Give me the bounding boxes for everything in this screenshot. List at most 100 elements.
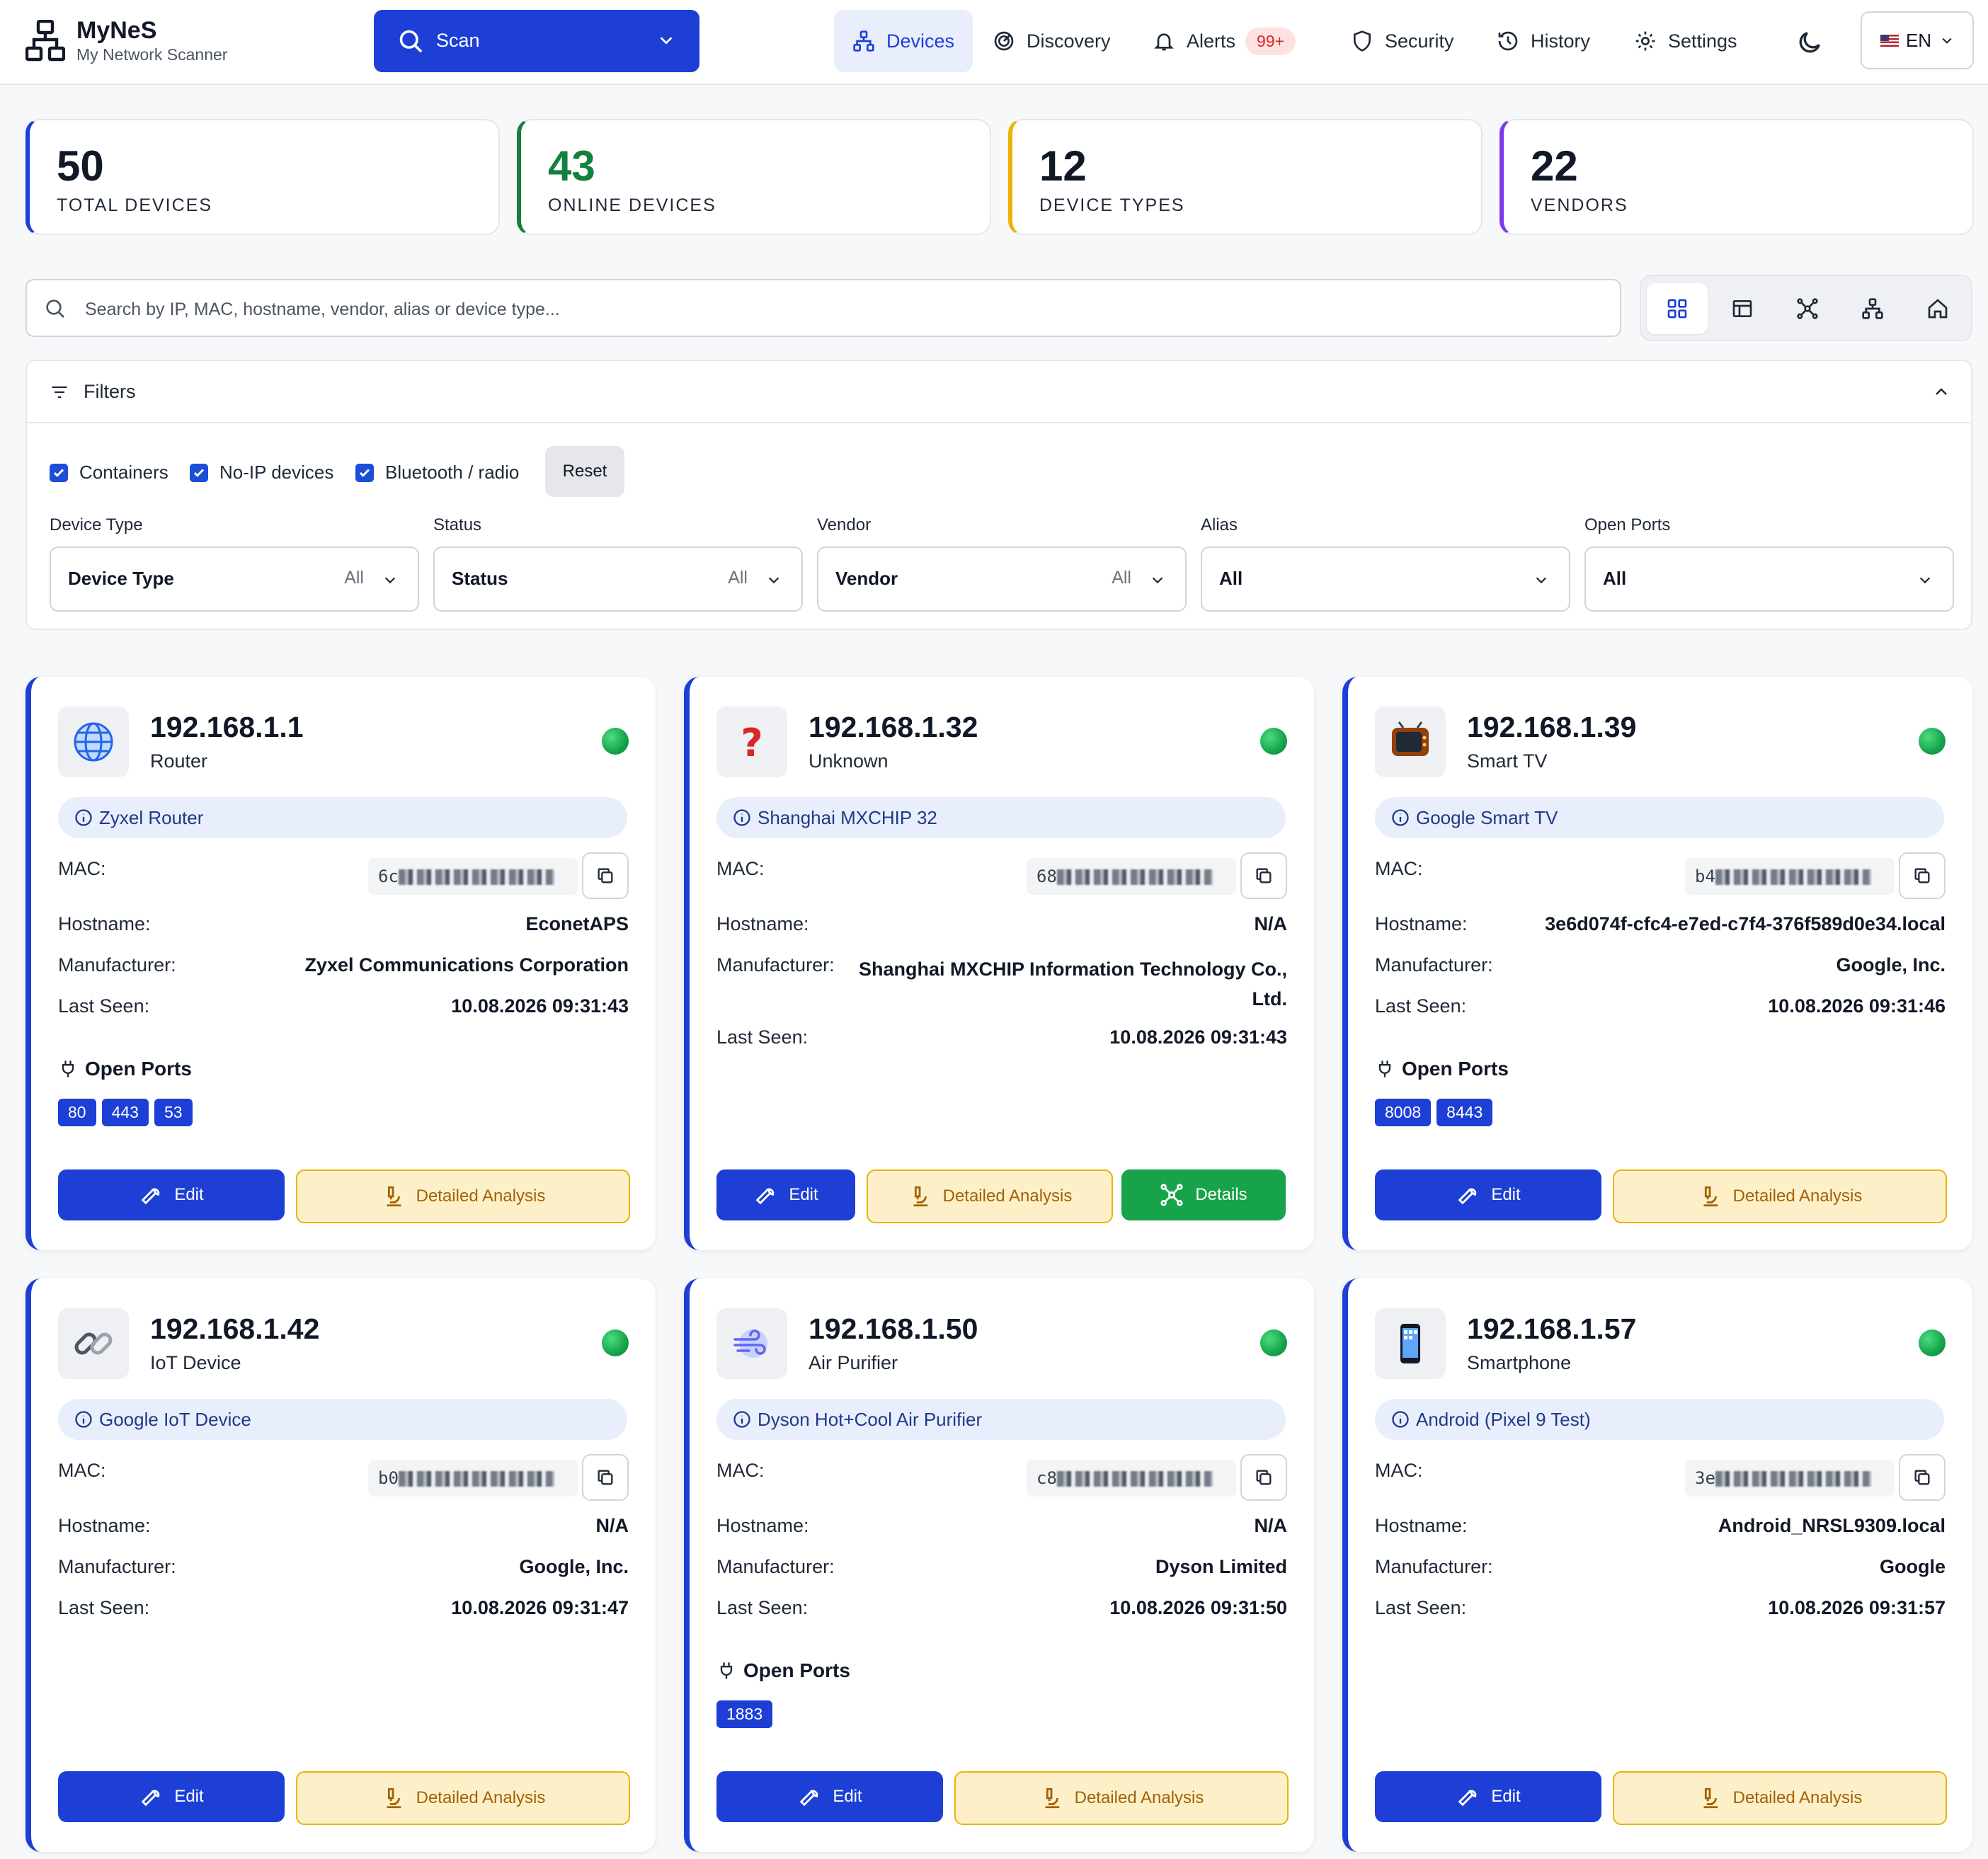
checkbox-checked-icon (50, 463, 68, 482)
scan-label: Scan (436, 30, 480, 51)
last-seen-label: Last Seen: (716, 1026, 809, 1048)
plug-icon (1378, 1060, 1391, 1077)
redacted-mac-blur (398, 869, 554, 885)
home-view-button[interactable] (1907, 283, 1968, 334)
edit-button[interactable]: Edit (716, 1169, 855, 1220)
mac-label: MAC: (58, 1460, 106, 1481)
redacted-mac-blur (1056, 1471, 1213, 1487)
stat-device-types: 12 DEVICE TYPES (1008, 119, 1483, 235)
open-ports-select[interactable]: All (1584, 547, 1954, 612)
wind-icon (733, 1329, 767, 1358)
nav-security[interactable]: Security (1351, 10, 1454, 72)
port-badge: 80 (58, 1099, 96, 1126)
last-seen-value: 10.08.2026 09:31:50 (1109, 1597, 1287, 1618)
mac-address-value: b0 (368, 1460, 578, 1497)
info-icon (75, 1411, 92, 1428)
detailed-analysis-button[interactable]: Detailed Analysis (867, 1169, 1113, 1223)
edit-button[interactable]: Edit (716, 1771, 943, 1822)
edit-button[interactable]: Edit (1375, 1771, 1601, 1822)
last-seen-label: Last Seen: (716, 1597, 809, 1618)
last-seen-label: Last Seen: (1375, 995, 1467, 1017)
device-card: 192.168.1.1 Router Zyxel Router MAC: 6c Hostn… (25, 677, 656, 1250)
manufacturer-value: Google, Inc. (519, 1556, 629, 1577)
status-label: Status (433, 515, 482, 534)
edit-button[interactable]: Edit (58, 1771, 285, 1822)
last-seen-value: 10.08.2026 09:31:43 (451, 995, 629, 1017)
redacted-mac-blur (398, 1471, 554, 1487)
stat-label: VENDORS (1531, 195, 1628, 215)
nav-alerts-label: Alerts (1187, 30, 1236, 52)
detailed-analysis-button[interactable]: Detailed Analysis (1613, 1771, 1947, 1825)
tree-view-button[interactable] (1842, 283, 1903, 334)
copy-mac-button[interactable] (1899, 852, 1946, 899)
manufacturer-value: Google, Inc. (1836, 954, 1946, 976)
view-mode-switcher (1640, 275, 1972, 341)
device-type-select[interactable]: Device Type All (50, 547, 419, 612)
link-icon (74, 1332, 113, 1355)
port-list: 1883 (716, 1700, 773, 1728)
details-button[interactable]: Details (1121, 1169, 1286, 1220)
device-card: 192.168.1.57 Smartphone Android (Pixel 9 T… (1342, 1279, 1972, 1852)
device-ip: 192.168.1.32 (809, 711, 978, 743)
chevron-down-icon (384, 577, 396, 584)
copy-mac-button[interactable] (582, 1454, 629, 1501)
online-status-dot (1260, 1329, 1287, 1356)
mac-prefix: 6c (378, 866, 399, 886)
containers-checkbox[interactable]: Containers (50, 462, 168, 484)
copy-icon (1256, 868, 1272, 883)
reset-button[interactable]: Reset (545, 446, 624, 497)
copy-mac-button[interactable] (1899, 1454, 1946, 1501)
detailed-analysis-button[interactable]: Detailed Analysis (296, 1169, 630, 1223)
search-icon (46, 299, 64, 318)
nav-discovery[interactable]: Discovery (993, 10, 1111, 72)
device-alias: Android (Pixel 9 Test) (1416, 1408, 1591, 1430)
mac-address-value: b4 (1685, 858, 1895, 895)
last-seen-value: 10.08.2026 09:31:47 (451, 1597, 629, 1618)
no-ip-devices-checkbox[interactable]: No-IP devices (190, 462, 333, 484)
chevron-up-icon[interactable] (1933, 384, 1950, 401)
filters-header[interactable]: Filters (27, 361, 1971, 423)
nav-alerts[interactable]: Alerts 99+ (1153, 10, 1296, 72)
topology-view-button[interactable] (1777, 283, 1838, 334)
edit-button[interactable]: Edit (58, 1169, 285, 1220)
copy-mac-button[interactable] (582, 852, 629, 899)
last-seen-label: Last Seen: (58, 995, 150, 1017)
edit-label: Edit (174, 1185, 204, 1204)
detailed-analysis-button[interactable]: Detailed Analysis (954, 1771, 1289, 1825)
table-icon (1732, 300, 1752, 317)
nav-devices[interactable]: Devices (834, 10, 973, 72)
info-icon (75, 809, 92, 826)
device-alias: Shanghai MXCHIP 32 (758, 806, 937, 828)
detailed-analysis-button[interactable]: Detailed Analysis (296, 1771, 630, 1825)
grid-view-button[interactable] (1647, 283, 1708, 334)
device-type: Unknown (809, 750, 889, 772)
alias-select[interactable]: All (1201, 547, 1570, 612)
device-type-icon-box (1375, 1308, 1446, 1379)
edit-button[interactable]: Edit (1375, 1169, 1601, 1220)
hostname-value: N/A (1254, 1515, 1288, 1536)
nav-history[interactable]: History (1497, 10, 1590, 72)
analysis-label: Detailed Analysis (416, 1186, 546, 1206)
nav-settings[interactable]: Settings (1634, 10, 1737, 72)
device-type-icon-box (58, 707, 129, 777)
scan-button[interactable]: Scan (374, 10, 699, 72)
moon-icon[interactable] (1795, 28, 1824, 57)
detailed-analysis-button[interactable]: Detailed Analysis (1613, 1169, 1947, 1223)
manufacturer-label: Manufacturer: (58, 1556, 176, 1577)
copy-mac-button[interactable] (1240, 852, 1287, 899)
table-view-button[interactable] (1712, 283, 1773, 334)
open-ports-title: Open Ports (85, 1058, 192, 1080)
mac-label: MAC: (1375, 1460, 1423, 1481)
port-badge: 8008 (1375, 1099, 1432, 1126)
search-input[interactable] (84, 289, 1601, 330)
smartphone-icon (1400, 1324, 1420, 1363)
status-select[interactable]: Status All (433, 547, 803, 612)
hostname-label: Hostname: (716, 1515, 809, 1536)
mac-prefix: b4 (1695, 866, 1715, 886)
copy-mac-button[interactable] (1240, 1454, 1287, 1501)
language-select[interactable]: EN (1861, 11, 1974, 69)
bluetooth-radio-checkbox[interactable]: Bluetooth / radio (355, 462, 519, 484)
search-bar (25, 279, 1621, 337)
vendor-select[interactable]: Vendor All (817, 547, 1187, 612)
open-ports-title: Open Ports (1402, 1058, 1509, 1080)
